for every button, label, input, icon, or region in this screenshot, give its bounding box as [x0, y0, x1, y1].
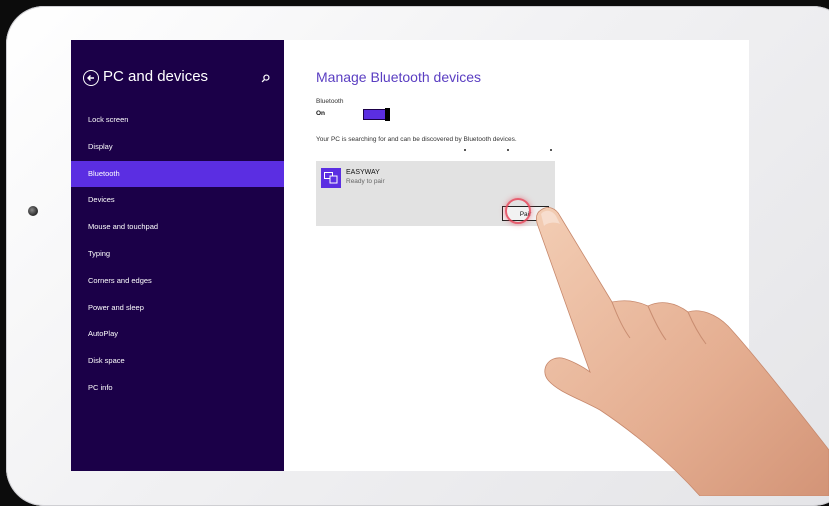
sidebar-item-devices[interactable]: Devices — [71, 187, 284, 214]
sidebar-item-pc-info[interactable]: PC info — [71, 375, 284, 402]
device-name: EASYWAY — [346, 169, 380, 176]
sidebar-item-display[interactable]: Display — [71, 134, 284, 161]
sidebar-item-power-and-sleep[interactable]: Power and sleep — [71, 295, 284, 322]
toggle-knob — [385, 108, 390, 121]
tablet-screen: PC and devices Lock screen Display Bluet… — [71, 40, 749, 471]
sidebar-item-mouse-and-touchpad[interactable]: Mouse and touchpad — [71, 214, 284, 241]
bluetooth-state: On — [316, 110, 326, 117]
sidebar: PC and devices Lock screen Display Bluet… — [71, 40, 284, 471]
sidebar-item-corners-and-edges[interactable]: Corners and edges — [71, 268, 284, 295]
sidebar-title: PC and devices — [103, 68, 209, 85]
page-title: Manage Bluetooth devices — [316, 69, 481, 85]
device-status: Ready to pair — [346, 178, 385, 185]
search-icon[interactable] — [261, 70, 270, 88]
searching-progress-dots — [464, 149, 554, 153]
back-arrow-icon[interactable] — [83, 70, 99, 86]
camera-icon — [28, 206, 38, 216]
sidebar-item-lock-screen[interactable]: Lock screen — [71, 107, 284, 134]
sidebar-item-disk-space[interactable]: Disk space — [71, 348, 284, 375]
bluetooth-label: Bluetooth — [316, 98, 344, 105]
sidebar-header: PC and devices — [83, 68, 273, 92]
sidebar-nav: Lock screen Display Bluetooth Devices Mo… — [71, 107, 284, 402]
bluetooth-toggle[interactable] — [363, 108, 390, 121]
main-content: Manage Bluetooth devices Bluetooth On Yo… — [284, 40, 749, 471]
sidebar-item-bluetooth[interactable]: Bluetooth — [71, 160, 284, 188]
sidebar-item-autoplay[interactable]: AutoPlay — [71, 321, 284, 348]
sidebar-item-typing[interactable]: Typing — [71, 241, 284, 268]
bluetooth-status-text: Your PC is searching for and can be disc… — [316, 136, 517, 143]
bluetooth-device-icon — [321, 168, 341, 188]
tap-indicator — [505, 198, 531, 224]
